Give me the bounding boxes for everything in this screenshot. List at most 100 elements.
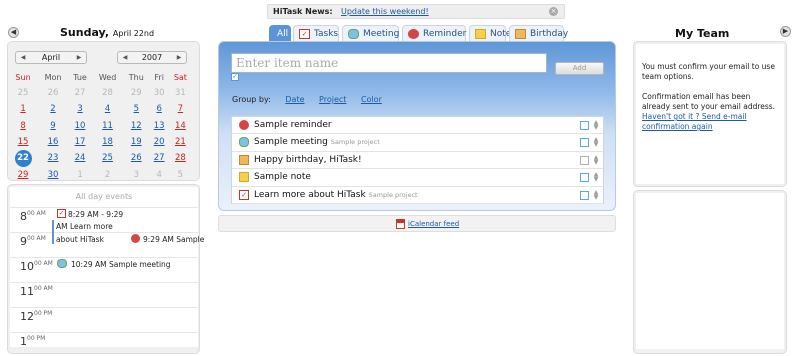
expand-icon[interactable]: ✓ xyxy=(231,73,239,81)
calendar-day[interactable]: 1 xyxy=(77,170,82,180)
calendar-day[interactable]: 16 xyxy=(48,137,59,147)
close-news-icon[interactable]: × xyxy=(549,7,558,16)
resend-confirmation-link[interactable]: Haven't got it ? Send e-mail confirmatio… xyxy=(642,112,780,132)
collapse-left-button[interactable]: ◀ xyxy=(8,27,19,38)
collapse-right-button[interactable]: ▶ xyxy=(780,26,791,37)
item-checkbox[interactable] xyxy=(580,138,589,148)
calendar-day[interactable]: 28 xyxy=(102,88,113,98)
event-reminder[interactable]: 9:29 AM Sample xyxy=(143,235,204,244)
calendar-day[interactable]: 2 xyxy=(105,170,110,180)
calendar-day[interactable]: 27 xyxy=(154,153,165,163)
next-year-icon[interactable]: ▶ xyxy=(175,52,183,63)
reorder-handle-icon[interactable]: ▲ ▼ xyxy=(593,154,599,166)
item-checkbox[interactable] xyxy=(580,173,589,183)
item-checkbox[interactable] xyxy=(580,121,589,130)
tab-birthday[interactable]: Birthday xyxy=(509,25,568,42)
list-item[interactable]: Happy birthday, HiTask! ▲ ▼ xyxy=(232,152,603,170)
tab-note[interactable]: Note xyxy=(469,25,511,42)
month-select[interactable]: ◀ April ▶ xyxy=(15,51,87,64)
group-by-color[interactable]: Color xyxy=(361,95,382,104)
item-checkbox[interactable] xyxy=(580,155,589,165)
event-cont-2[interactable]: about HiTask xyxy=(56,235,104,244)
calendar-day[interactable]: 11 xyxy=(102,121,113,131)
add-button[interactable]: Add xyxy=(555,62,604,75)
prev-year-icon[interactable]: ◀ xyxy=(121,52,129,63)
event-cont-1[interactable]: AM Learn more xyxy=(56,222,113,231)
group-by: Group by: Date Project Color xyxy=(232,95,382,104)
calendar-day[interactable]: 25 xyxy=(18,88,29,98)
news-link[interactable]: Update this weekend! xyxy=(341,7,429,16)
calendar-day[interactable]: 5 xyxy=(134,104,139,114)
calendar-day[interactable]: 30 xyxy=(154,88,165,98)
calendar-day[interactable]: 19 xyxy=(131,137,142,147)
calendar-day[interactable]: 30 xyxy=(48,170,59,180)
calendar-day[interactable]: 5 xyxy=(178,170,183,180)
year-select[interactable]: ◀ 2007 ▶ xyxy=(117,51,187,64)
calendar-day[interactable]: 6 xyxy=(156,104,161,114)
calendar-day[interactable]: 26 xyxy=(131,153,142,163)
item-title[interactable]: Learn more about HiTask Sample project xyxy=(254,190,418,200)
calendar-day[interactable]: 3 xyxy=(77,104,82,114)
group-by-project[interactable]: Project xyxy=(319,95,346,104)
prev-month-icon[interactable]: ◀ xyxy=(19,52,27,63)
calendar-day[interactable]: 3 xyxy=(134,170,139,180)
date-day: Sunday, xyxy=(60,26,110,39)
calendar-day[interactable]: 18 xyxy=(102,137,113,147)
item-title[interactable]: Sample note xyxy=(254,172,311,182)
item-title[interactable]: Happy birthday, HiTask! xyxy=(254,155,362,165)
ical-feed-link[interactable]: iCalendar feed xyxy=(408,220,459,228)
event-time-1[interactable]: 8:29 AM - 9:29 xyxy=(68,210,123,219)
calendar-day[interactable]: 9 xyxy=(50,121,55,131)
calendar-day[interactable]: 21 xyxy=(175,137,186,147)
calendar-day[interactable]: 2 xyxy=(50,104,55,114)
next-month-icon[interactable]: ▶ xyxy=(75,52,83,63)
list-item[interactable]: Sample note ▲ ▼ xyxy=(232,169,603,187)
calendar-day[interactable]: 26 xyxy=(48,88,59,98)
tab-tasks[interactable]: ✓ Tasks xyxy=(293,25,339,42)
item-title[interactable]: Sample meeting Sample project xyxy=(254,137,380,147)
item-name-input[interactable]: Enter item name xyxy=(231,53,547,73)
calendar-day[interactable]: 29 xyxy=(18,170,29,180)
calendar-day[interactable]: 27 xyxy=(75,88,86,98)
calendar-day[interactable]: 12 xyxy=(131,121,142,131)
calendar-day[interactable]: 31 xyxy=(175,88,186,98)
calendar-day[interactable]: 14 xyxy=(175,121,186,131)
hour-slot[interactable]: 100 PM xyxy=(10,332,198,356)
calendar-day[interactable]: 28 xyxy=(175,153,186,163)
reorder-handle-icon[interactable]: ▲ ▼ xyxy=(593,137,599,148)
event-meeting[interactable]: 10:29 AM Sample meeting xyxy=(71,260,171,269)
calendar-day[interactable]: 29 xyxy=(131,88,142,98)
tab-all[interactable]: All xyxy=(269,25,291,42)
reorder-handle-icon[interactable]: ▲ ▼ xyxy=(593,120,599,131)
tab-reminder[interactable]: Reminder xyxy=(402,25,466,42)
list-item[interactable]: ✓ Learn more about HiTask Sample project ▲… xyxy=(232,187,603,204)
today-date[interactable]: 22 xyxy=(14,149,32,167)
item-title[interactable]: Sample reminder xyxy=(254,120,332,130)
item-checkbox[interactable] xyxy=(580,190,589,200)
calendar-day[interactable]: 1 xyxy=(20,104,25,114)
calendar-day[interactable]: 15 xyxy=(18,137,29,147)
calendar-day[interactable]: 4 xyxy=(156,170,161,180)
list-item[interactable]: Sample meeting Sample project ▲ ▼ xyxy=(232,134,603,152)
tab-meeting[interactable]: Meeting xyxy=(342,25,399,42)
reorder-handle-icon[interactable]: ▲ ▼ xyxy=(593,189,599,201)
calendar-day[interactable]: 4 xyxy=(105,104,110,114)
team-title: My Team xyxy=(675,27,730,40)
reorder-handle-icon[interactable]: ▲ ▼ xyxy=(593,172,599,183)
hour-slot[interactable]: 1200 PM xyxy=(10,307,198,331)
calendar-day[interactable]: 17 xyxy=(75,137,86,147)
item-project: Sample project xyxy=(368,190,418,199)
calendar-day[interactable]: 20 xyxy=(154,137,165,147)
calendar-day[interactable]: 8 xyxy=(20,121,25,131)
list-item[interactable]: Sample reminder ▲ ▼ xyxy=(232,117,603,135)
calendar-day[interactable]: 10 xyxy=(75,121,86,131)
calendar-day[interactable]: 24 xyxy=(75,153,86,163)
tab-label: Tasks xyxy=(314,29,339,39)
group-by-date[interactable]: Date xyxy=(285,95,304,104)
calendar-day[interactable]: 7 xyxy=(178,104,183,114)
hour-slot[interactable]: 1100 AM xyxy=(10,282,198,306)
calendar-day[interactable]: 13 xyxy=(154,121,165,131)
news-label: HiTask News: xyxy=(273,7,333,16)
calendar-day[interactable]: 25 xyxy=(102,153,113,163)
calendar-day[interactable]: 23 xyxy=(48,153,59,163)
